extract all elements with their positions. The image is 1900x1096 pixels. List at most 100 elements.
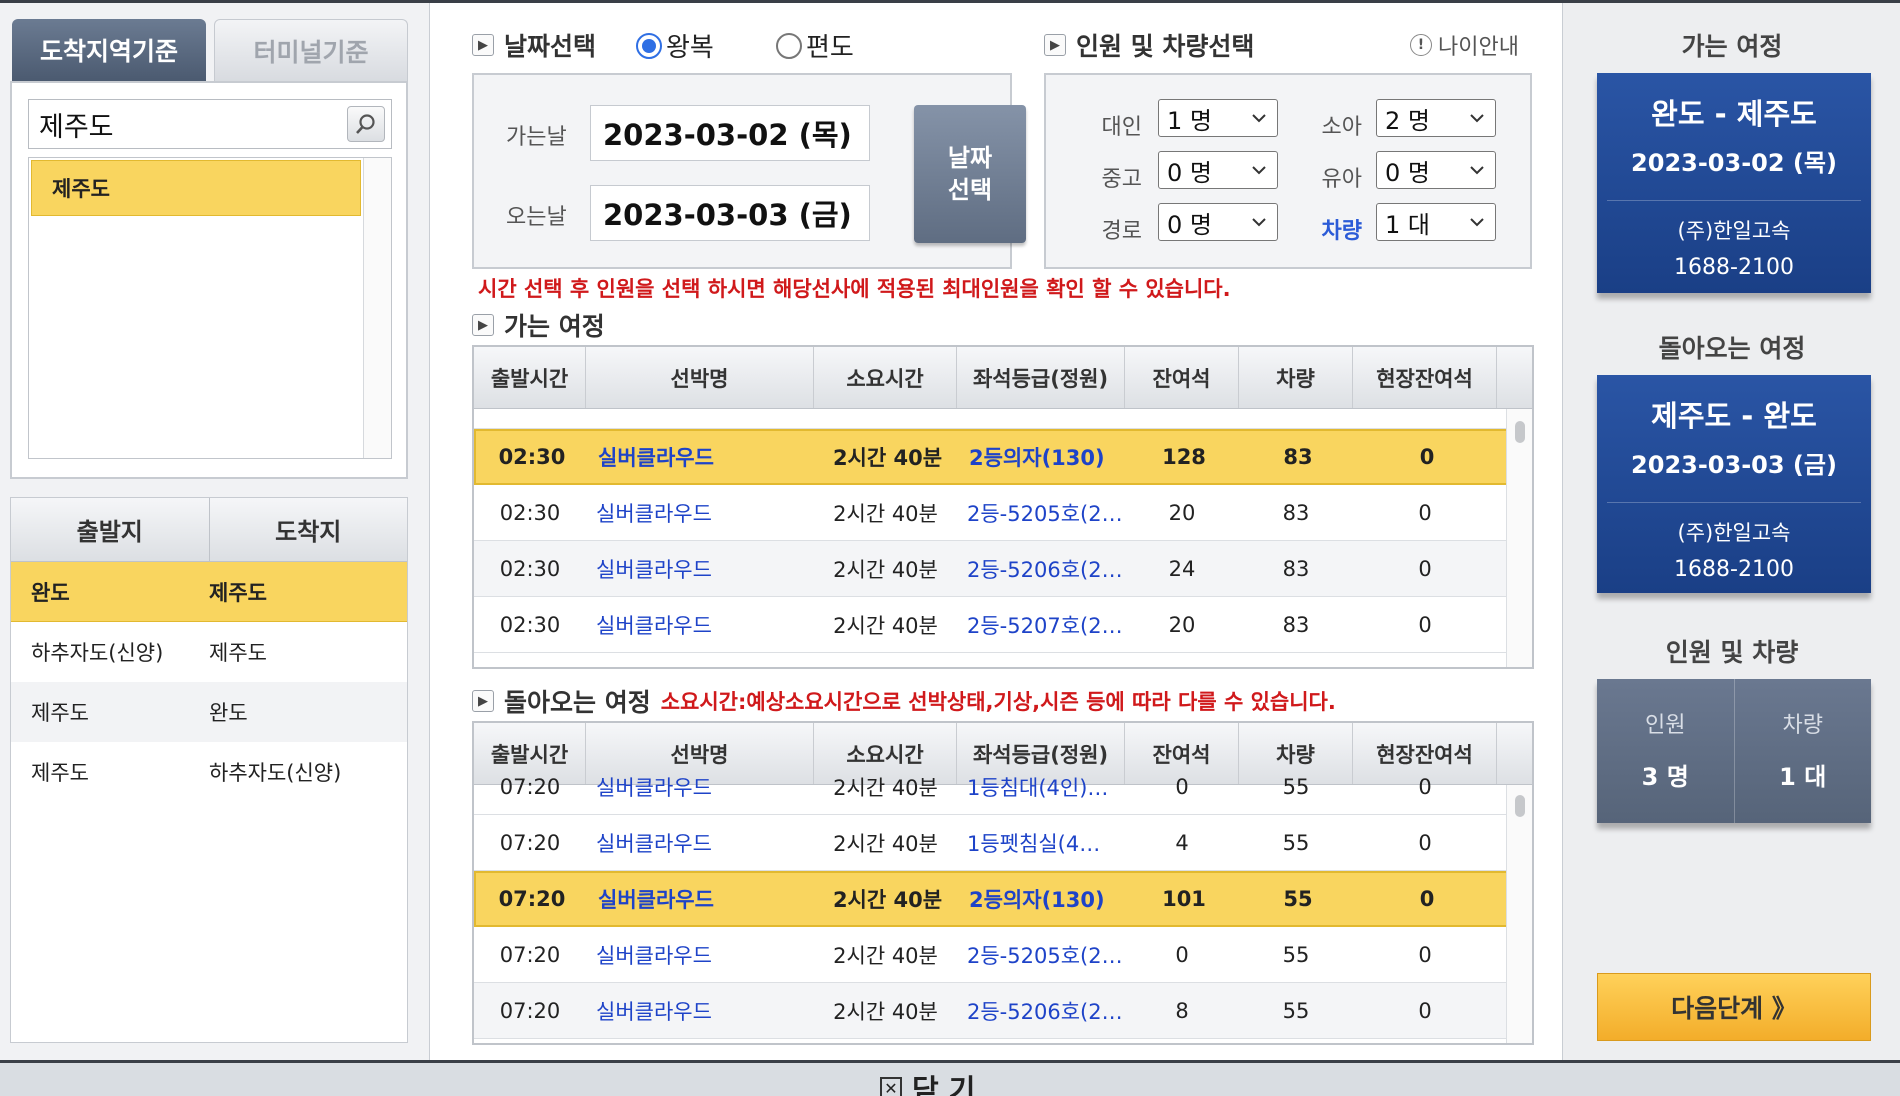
area-list: 제주도: [28, 157, 392, 459]
go-tel: 1688-2100: [1674, 255, 1794, 280]
vehicle-select[interactable]: 1 대: [1376, 203, 1496, 241]
chevron-right-icon: ▶: [472, 314, 494, 336]
area-box: 제주도: [10, 81, 408, 479]
child-select[interactable]: 2 명: [1376, 99, 1496, 137]
route-to: 완도: [209, 701, 248, 725]
oneway-radio[interactable]: 편도: [776, 27, 854, 64]
route-row[interactable]: 제주도 완도: [11, 682, 407, 742]
route-list: 출발지 도착지 완도 제주도 하추자도(신양) 제주도 제주도 완도 제주도 하…: [10, 497, 408, 1043]
route-to: 제주도: [209, 580, 267, 605]
pax-section-title: ▶ 인원 및 차량선택: [1044, 27, 1254, 63]
tab-arrival-region[interactable]: 도착지역기준: [12, 19, 206, 81]
route-from: 제주도: [31, 701, 89, 725]
route-row[interactable]: 제주도 하추자도(신양): [11, 742, 407, 802]
col-ship: 선박명: [586, 347, 814, 408]
search-icon: [356, 114, 375, 134]
return-route: 제주도 - 완도: [1651, 399, 1817, 433]
col-onsite: 현장잔여석: [1353, 347, 1497, 408]
table-row[interactable]: 02:30 실버클라우드 2시간 40분 2등-5207호(2… 20 83 0: [474, 597, 1508, 653]
pax-summary-people: 인원 3 명: [1597, 679, 1735, 823]
return-company: (주)한일고속: [1677, 521, 1791, 545]
close-button[interactable]: ✕ 닫 기: [880, 1067, 975, 1096]
go-schedule-table: 출발시간 선박명 소요시간 좌석등급(정원) 잔여석 차량 현장잔여석 02:3…: [472, 345, 1534, 669]
scroll-thumb[interactable]: [1515, 795, 1525, 817]
senior-label: 경로: [1101, 219, 1142, 244]
youth-select[interactable]: 0 명: [1158, 151, 1278, 189]
col-duration: 소요시간: [814, 347, 957, 408]
return-trip-title: ▶ 돌아오는 여정 소요시간:예상소요시간으로 선박상태,기상,시즌 등에 따라…: [472, 683, 1336, 719]
route-from: 완도: [31, 580, 70, 605]
route-header-from: 출발지: [11, 498, 210, 561]
table-row[interactable]: 02:30 실버클라우드 2시간 40분 2등의자(130) 128 83 0: [474, 429, 1508, 485]
route-row[interactable]: 완도 제주도: [11, 562, 407, 622]
table-spacer: [474, 409, 1532, 429]
chevron-down-icon: [1470, 218, 1484, 227]
return-date-field[interactable]: 2023-03-03 (금): [590, 185, 870, 241]
vehicle-label: 차량: [1321, 219, 1362, 244]
return-trip-card: 제주도 - 완도 2023-03-03 (금) (주)한일고속 1688-210…: [1597, 375, 1871, 593]
date-section-title: ▶ 날짜선택: [472, 27, 596, 63]
left-panel: 도착지역기준 터미널기준 제주도 출발지 도착지 완도 제주도: [0, 3, 430, 1063]
card-divider: [1607, 200, 1861, 201]
area-scrollbar[interactable]: [363, 158, 391, 458]
route-row[interactable]: 하추자도(신양) 제주도: [11, 622, 407, 682]
go-table-header: 출발시간 선박명 소요시간 좌석등급(정원) 잔여석 차량 현장잔여석: [474, 347, 1532, 409]
infant-select[interactable]: 0 명: [1376, 151, 1496, 189]
route-to: 하추자도(신양): [209, 761, 342, 785]
table-row[interactable]: 07:20 실버클라우드 2시간 40분 1등침대(4인)… 0 55 0: [474, 759, 1508, 815]
main-panel: ▶ 날짜선택 왕복 편도 가는날 2023-03-02 (목) 오는날 2023…: [440, 3, 1560, 1063]
col-vehicle: 차량: [1239, 347, 1353, 408]
summary-go-title: 가는 여정: [1681, 32, 1783, 61]
table-row[interactable]: 07:20 실버클라우드 2시간 40분 2등-5205호(2… 0 55 0: [474, 927, 1508, 983]
summary-pax-title: 인원 및 차량: [1665, 638, 1799, 667]
bottom-bar: ✕ 닫 기: [0, 1060, 1900, 1096]
go-date-field[interactable]: 2023-03-02 (목): [590, 105, 870, 161]
go-trip-title: ▶ 가는 여정: [472, 307, 605, 343]
table-row[interactable]: 07:20 실버클라우드 2시간 40분 2등-5206호(2… 8 55 0: [474, 983, 1508, 1039]
route-from: 제주도: [31, 761, 89, 785]
senior-select[interactable]: 0 명: [1158, 203, 1278, 241]
adult-select[interactable]: 1 명: [1158, 99, 1278, 137]
go-table-scrollbar[interactable]: [1506, 409, 1532, 667]
scroll-thumb[interactable]: [1515, 421, 1525, 443]
area-search-input[interactable]: [29, 100, 329, 148]
search-button[interactable]: [347, 106, 385, 142]
next-step-button[interactable]: 다음단계 》: [1597, 973, 1871, 1041]
adult-label: 대인: [1101, 115, 1142, 140]
route-from: 하추자도(신양): [31, 641, 164, 665]
chevron-down-icon: [1470, 166, 1484, 175]
col-departure: 출발시간: [474, 347, 586, 408]
chevron-down-icon: [1470, 114, 1484, 123]
age-guide-link[interactable]: ! 나이안내: [1410, 29, 1519, 61]
capacity-notice: 시간 선택 후 인원을 선택 하시면 해당선사에 적용된 최대인원을 확인 할 …: [478, 277, 1231, 301]
go-date: 2023-03-02 (목): [1631, 149, 1837, 177]
summary-panel: 가는 여정 완도 - 제주도 2023-03-02 (목) (주)한일고속 16…: [1562, 3, 1900, 1063]
radio-checked-icon: [636, 32, 662, 59]
tab-terminal[interactable]: 터미널기준: [214, 19, 408, 81]
pax-box: 대인 1 명 중고 0 명 경로 0 명 소아 2 명 유아 0 명 차량 1 …: [1044, 73, 1532, 269]
date-box: 가는날 2023-03-02 (목) 오는날 2023-03-03 (금) 날짜…: [472, 73, 1026, 269]
card-divider: [1607, 502, 1861, 503]
roundtrip-radio[interactable]: 왕복: [636, 27, 714, 64]
return-tel: 1688-2100: [1674, 557, 1794, 582]
table-row[interactable]: 07:20 실버클라우드 2시간 40분 2등의자(130) 101 55 0: [474, 871, 1508, 927]
return-schedule-table: 출발시간 선박명 소요시간 좌석등급(정원) 잔여석 차량 현장잔여석 07:2…: [472, 721, 1534, 1045]
table-row[interactable]: 07:20 실버클라우드 2시간 40분 1등펫침실(4… 4 55 0: [474, 815, 1508, 871]
info-icon: !: [1410, 34, 1432, 56]
return-table-scrollbar[interactable]: [1506, 785, 1532, 1043]
route-header: 출발지 도착지: [11, 498, 407, 562]
table-row[interactable]: 02:30 실버클라우드 2시간 40분 2등-5205호(2… 20 83 0: [474, 485, 1508, 541]
go-trip-card: 완도 - 제주도 2023-03-02 (목) (주)한일고속 1688-210…: [1597, 73, 1871, 293]
booking-window: 도착지역기준 터미널기준 제주도 출발지 도착지 완도 제주도: [0, 0, 1900, 1063]
chevron-down-icon: [1252, 114, 1266, 123]
radio-unchecked-icon: [776, 32, 802, 59]
pax-summary: 인원 3 명 차량 1 대: [1597, 679, 1871, 823]
table-row[interactable]: 02:30 실버클라우드 2시간 40분 2등-5206호(2… 24 83 0: [474, 541, 1508, 597]
select-date-button[interactable]: 날짜 선택: [914, 105, 1026, 243]
area-item-jeju[interactable]: 제주도: [31, 160, 361, 216]
go-route: 완도 - 제주도: [1651, 97, 1817, 131]
select-date-label: 날짜 선택: [947, 144, 993, 204]
route-to: 제주도: [209, 641, 267, 665]
go-date-label: 가는날: [506, 125, 567, 150]
duration-notice: 소요시간:예상소요시간으로 선박상태,기상,시즌 등에 따라 다를 수 있습니다…: [660, 690, 1336, 714]
